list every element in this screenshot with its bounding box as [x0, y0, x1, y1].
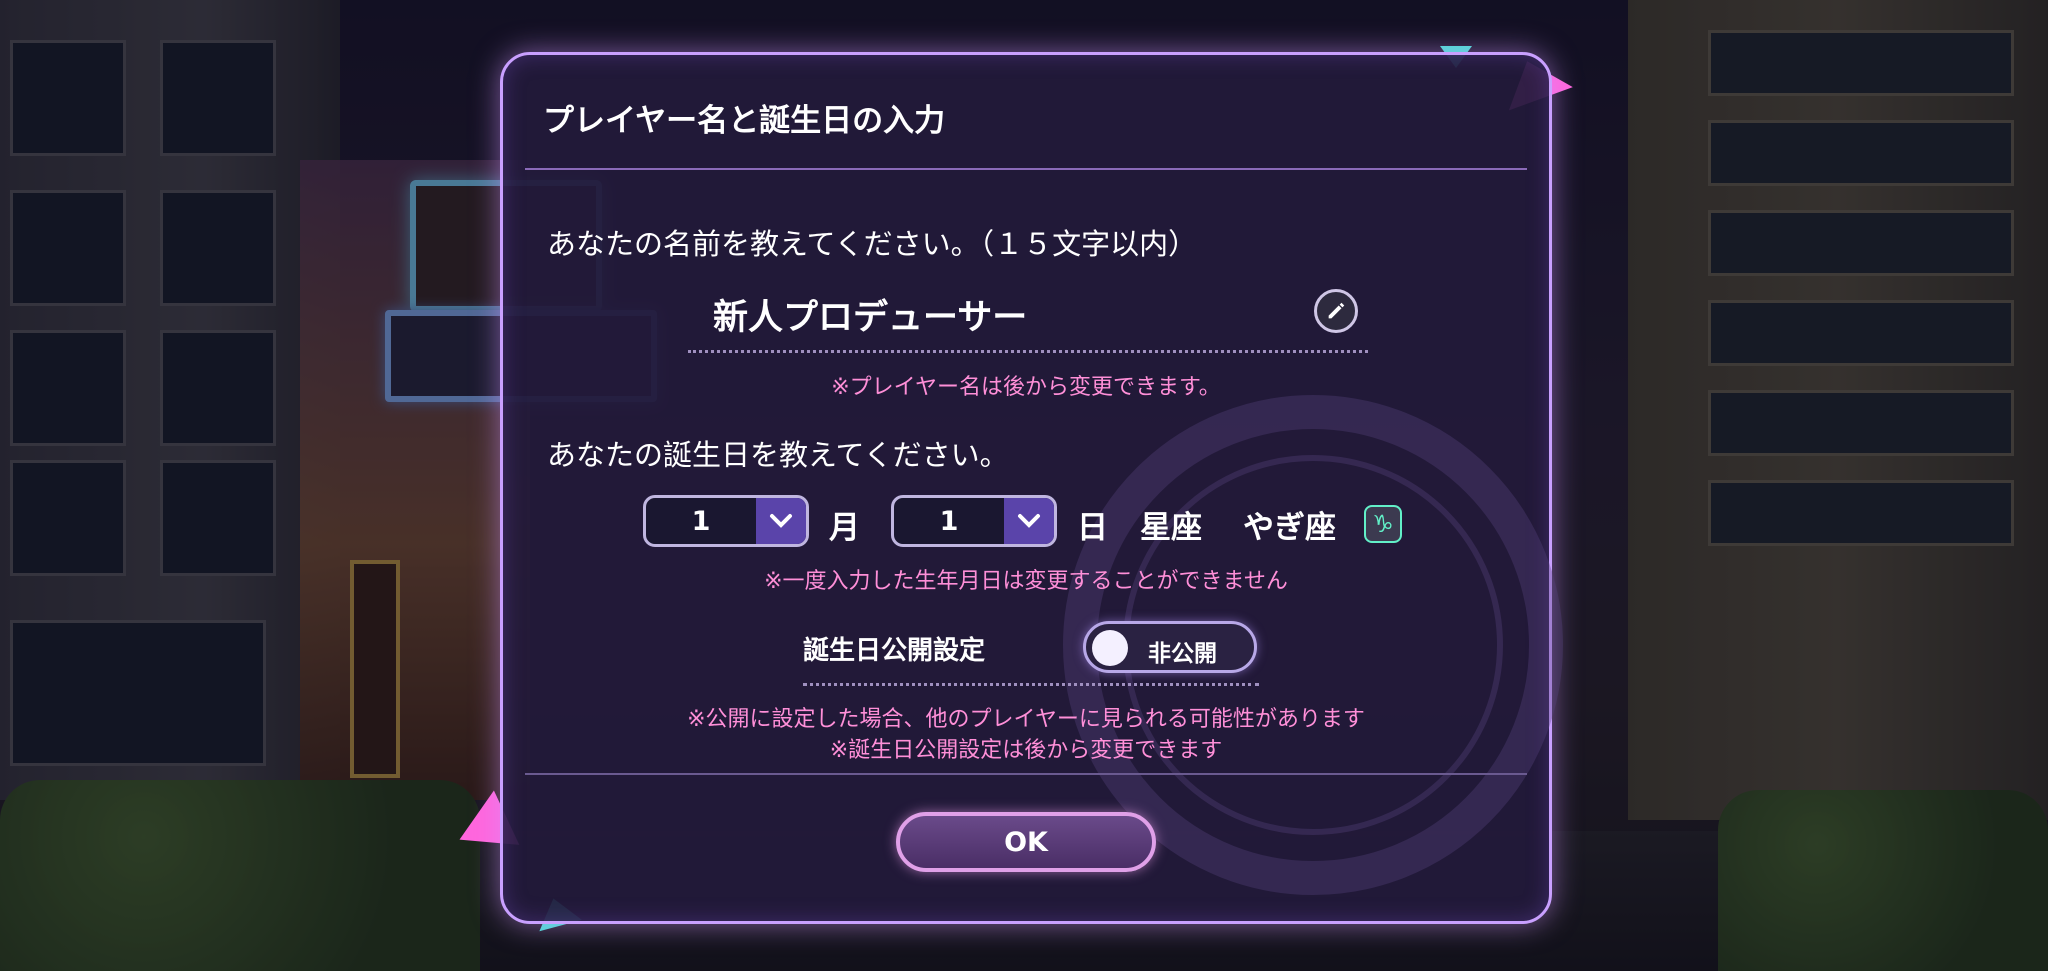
public-underline [803, 683, 1259, 686]
name-note: ※プレイヤー名は後から変更できます。 [831, 375, 1221, 400]
zodiac-value: やぎ座 [1243, 510, 1336, 546]
month-unit-label: 月 [829, 510, 860, 546]
public-note-1: ※公開に設定した場合、他のプレイヤーに見られる可能性があります [687, 707, 1365, 732]
zodiac-label: 星座 [1140, 510, 1202, 546]
ok-button[interactable]: OK [896, 812, 1156, 872]
player-profile-dialog: プレイヤー名と誕生日の入力 あなたの名前を教えてください。（１５文字以内） 新人… [500, 52, 1563, 924]
name-prompt: あなたの名前を教えてください。（１５文字以内） [547, 227, 1198, 261]
toggle-label: 非公開 [1148, 641, 1217, 667]
chevron-down-icon [756, 498, 806, 544]
dialog-title: プレイヤー名と誕生日の入力 [543, 103, 946, 139]
toggle-knob [1092, 630, 1128, 666]
name-underline [688, 350, 1368, 353]
title-divider [525, 168, 1527, 170]
player-name-field[interactable]: 新人プロデューサー [713, 289, 1027, 340]
month-value: 1 [691, 505, 711, 537]
footer-divider [525, 773, 1527, 775]
month-select[interactable]: 1 [643, 495, 809, 547]
public-setting-label: 誕生日公開設定 [803, 636, 986, 666]
birthday-prompt: あなたの誕生日を教えてください。 [547, 438, 1009, 472]
day-unit-label: 日 [1077, 510, 1108, 546]
capricorn-icon: ♑ [1364, 505, 1402, 543]
edit-name-button[interactable] [1314, 289, 1358, 333]
public-note-2: ※誕生日公開設定は後から変更できます [829, 738, 1223, 763]
pencil-icon [1328, 302, 1345, 319]
day-select[interactable]: 1 [891, 495, 1057, 547]
day-value: 1 [939, 505, 959, 537]
birthday-note: ※一度入力した生年月日は変更することができません [764, 569, 1288, 594]
birthday-public-toggle[interactable]: 非公開 [1083, 621, 1257, 673]
chevron-down-icon [1004, 498, 1054, 544]
